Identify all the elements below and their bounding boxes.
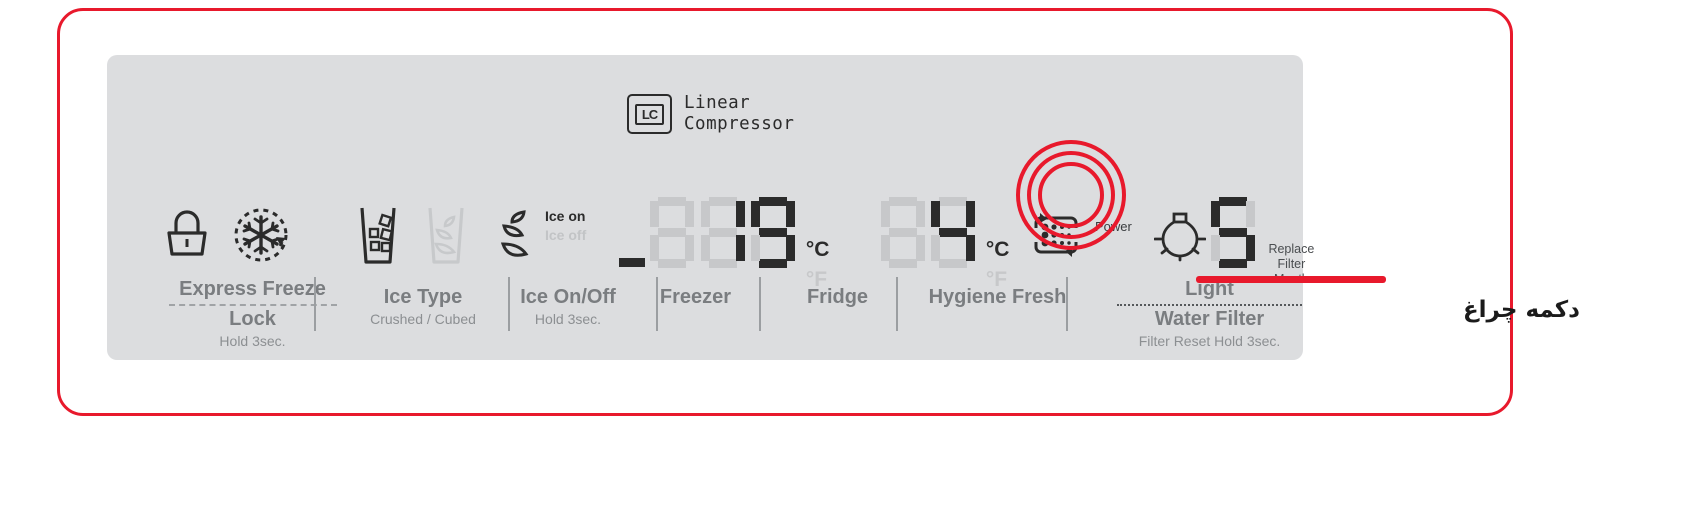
label-divider-express-lock <box>168 304 337 306</box>
filter-month-digit <box>1210 197 1256 269</box>
label-ice-on-off-sub: Hold 3sec. <box>534 311 602 327</box>
lc-line-1: Linear <box>684 93 751 113</box>
linear-compressor-text: Linear Compressor <box>684 93 794 135</box>
light-bulb-icon <box>1154 212 1206 262</box>
freezer-digit-3 <box>750 197 796 269</box>
label-separator-6 <box>1066 277 1068 331</box>
ice-on-off-button[interactable] <box>493 203 545 267</box>
label-freezer: Freezer <box>613 285 778 310</box>
fridge-temperature-display: °C °F <box>880 197 1009 295</box>
replace-filter-line-1: Replace <box>1268 242 1315 257</box>
fridge-digit-2 <box>930 197 976 269</box>
freezer-digit-1 <box>649 197 695 269</box>
ice-maker-icon <box>500 210 529 257</box>
label-hygiene-fresh: Hygiene Fresh <box>910 285 1085 310</box>
freezer-temperature-display: °C °F <box>619 197 829 295</box>
label-water-filter: Water Filter <box>1154 308 1265 330</box>
annotation-pointer-line <box>1196 276 1386 283</box>
ice-type-crushed-button[interactable] <box>350 203 406 267</box>
label-lock-hold: Hold 3sec. <box>219 333 286 349</box>
ice-off-indicator: Ice off <box>545 227 587 243</box>
water-filter-display: Replace Filter Month <box>1210 197 1314 287</box>
lc-logo-text: LC <box>635 103 664 125</box>
label-freezer-main: Freezer <box>659 286 732 308</box>
ice-state-indicators: Ice on Ice off <box>545 207 586 245</box>
ice-type-cubed-button[interactable] <box>418 203 474 267</box>
annotation-caption: دکمه چراغ <box>1462 297 1580 323</box>
label-express-freeze: Express Freeze <box>179 278 326 300</box>
replace-filter-line-2: Filter <box>1277 257 1306 272</box>
ice-on-indicator: Ice on <box>545 208 586 224</box>
lock-button[interactable] <box>159 205 215 265</box>
label-separator-1 <box>314 277 316 331</box>
fridge-digit-1 <box>880 197 926 269</box>
label-lock: Lock <box>229 308 276 330</box>
express-freeze-button[interactable] <box>229 203 293 267</box>
label-separator-5 <box>896 277 898 331</box>
freezer-unit-celsius: °C <box>805 237 830 261</box>
light-button[interactable] <box>1153 207 1207 263</box>
cubed-ice-glass-icon <box>428 207 464 264</box>
fridge-unit-celsius: °C <box>985 237 1010 261</box>
crushed-ice-glass-icon <box>360 207 396 264</box>
label-express-freeze-lock: Express Freeze Lock Hold 3sec. <box>155 277 350 351</box>
freezer-minus-sign <box>619 258 645 268</box>
lc-line-2: Compressor <box>684 114 795 134</box>
label-hygiene-fresh-main: Hygiene Fresh <box>928 286 1067 308</box>
lock-icon <box>167 210 207 256</box>
freezer-digit-2 <box>700 197 746 269</box>
linear-compressor-badge: LC Linear Compressor <box>627 93 794 135</box>
label-divider-light-filter <box>1117 304 1302 306</box>
label-light-water-filter: Light Water Filter Filter Reset Hold 3se… <box>1082 277 1337 351</box>
express-freeze-snowflake-icon <box>234 208 288 262</box>
label-filter-reset-hold: Filter Reset Hold 3sec. <box>1138 333 1281 349</box>
linear-compressor-logo-icon: LC <box>627 94 672 134</box>
highlight-ring-inner <box>1038 162 1104 228</box>
